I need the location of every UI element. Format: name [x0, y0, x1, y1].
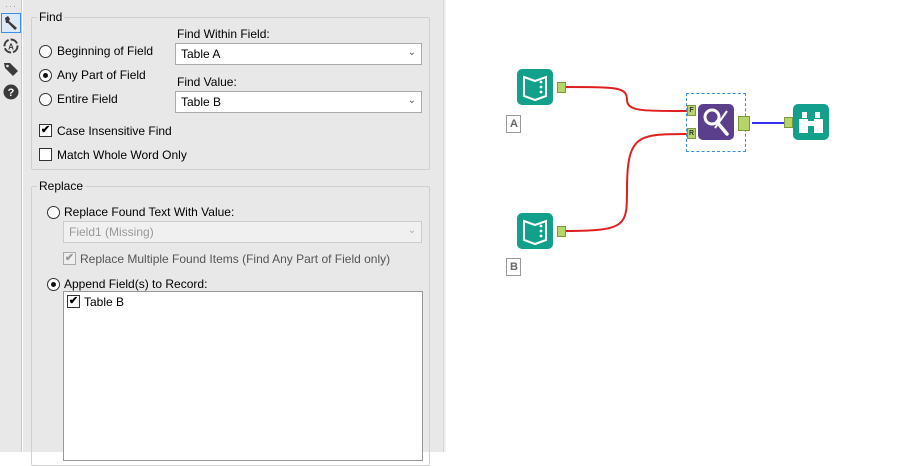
browse-input-anchor[interactable] — [784, 117, 793, 128]
output-anchor[interactable] — [738, 116, 750, 131]
browse-tool[interactable] — [793, 104, 829, 140]
find-input-anchor[interactable]: F — [687, 105, 696, 116]
find-within-value: Table A — [181, 47, 221, 61]
find-replace-tool[interactable] — [698, 104, 734, 140]
find-value-value: Table B — [181, 95, 222, 109]
config-panel: Find Beginning of Field Any Part of Fiel… — [23, 0, 443, 466]
connection-a-to-find[interactable] — [565, 86, 688, 113]
radio-entire-field[interactable] — [39, 93, 52, 106]
config-toolbar: ··· A ? — [0, 0, 22, 452]
find-within-label: Find Within Field: — [177, 27, 270, 41]
book-icon — [523, 75, 547, 102]
find-within-dropdown[interactable]: Table A ⌄ — [175, 43, 422, 65]
replace-input-anchor[interactable]: R — [687, 128, 696, 139]
radio-label: Replace Found Text With Value: — [64, 205, 235, 219]
radio-label: Append Field(s) to Record: — [64, 277, 208, 291]
append-fields-list[interactable]: ✔ Table B — [63, 291, 423, 461]
radio-any-part-of-field[interactable] — [39, 69, 52, 82]
book-icon — [523, 219, 547, 246]
replace-group-title: Replace — [37, 179, 86, 193]
output-anchor[interactable] — [557, 226, 566, 237]
input-a-label: A — [506, 115, 521, 133]
match-whole-word-label: Match Whole Word Only — [57, 148, 187, 162]
radio-label: Any Part of Field — [57, 68, 146, 82]
svg-text:A: A — [8, 43, 14, 52]
replace-multiple-checkbox[interactable]: ✔ — [63, 252, 76, 265]
case-insensitive-checkbox[interactable]: ✔ — [39, 124, 52, 137]
find-value-dropdown[interactable]: Table B ⌄ — [175, 91, 422, 113]
chevron-down-icon: ⌄ — [407, 47, 416, 58]
case-insensitive-label: Case Insensitive Find — [57, 124, 172, 138]
chevron-down-icon: ⌄ — [407, 225, 416, 236]
input-b-label: B — [506, 258, 521, 276]
wrench-icon[interactable] — [1, 13, 21, 33]
tag-icon[interactable] — [1, 59, 21, 79]
panel-splitter[interactable] — [443, 0, 446, 452]
output-anchor[interactable] — [557, 82, 566, 93]
find-value-label: Find Value: — [177, 75, 237, 89]
radio-label: Entire Field — [57, 92, 118, 106]
replace-field-value: Field1 (Missing) — [69, 225, 154, 239]
replace-field-dropdown[interactable]: Field1 (Missing) ⌄ — [63, 221, 422, 243]
workflow-canvas[interactable]: A B F R — [447, 0, 912, 452]
chevron-down-icon: ⌄ — [407, 95, 416, 106]
help-icon[interactable]: ? — [1, 82, 21, 102]
radio-append-fields[interactable] — [47, 278, 60, 291]
connection-b-to-replace[interactable] — [565, 133, 688, 232]
replace-multiple-label: Replace Multiple Found Items (Find Any P… — [80, 252, 391, 266]
svg-text:?: ? — [8, 87, 15, 99]
input-data-tool-b[interactable] — [517, 213, 553, 249]
find-group-title: Find — [37, 10, 65, 24]
append-field-checkbox[interactable]: ✔ — [67, 295, 80, 308]
match-whole-word-checkbox[interactable] — [39, 148, 52, 161]
radio-label: Beginning of Field — [57, 44, 154, 58]
input-data-tool-a[interactable] — [517, 69, 553, 105]
radio-replace-found-text[interactable] — [47, 206, 60, 219]
find-replace-icon — [703, 108, 729, 136]
grip-handle[interactable]: ··· — [5, 1, 17, 11]
annotation-icon[interactable]: A — [1, 36, 21, 56]
append-field-label: Table B — [84, 295, 125, 309]
radio-beginning-of-field[interactable] — [39, 45, 52, 58]
binoculars-icon — [799, 112, 823, 133]
